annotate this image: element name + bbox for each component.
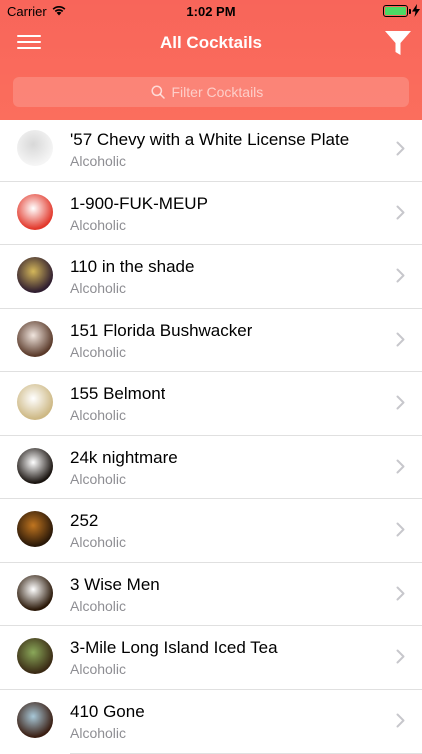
cocktail-category: Alcoholic [70,343,127,360]
chevron-right-icon [396,586,405,600]
cocktail-name: 3 Wise Men [70,574,160,594]
chevron-right-icon [396,205,405,219]
chevron-right-icon [396,141,405,156]
cocktail-list: '57 Chevy with a White License Plate Alco… [0,118,422,754]
battery-level [385,7,406,15]
cocktail-name: 252 [70,511,99,530]
list-item[interactable]: 3-Mile Long Island Iced Tea Alcoholic [0,626,422,690]
battery-icon [383,5,408,17]
cocktail-thumbnail [17,638,53,674]
chevron-right-icon [396,649,405,664]
chevron-right-icon [396,713,405,727]
list-item[interactable]: 252 Alcoholic [0,499,422,563]
search-bar[interactable] [13,77,409,107]
list-item[interactable]: 3 Wise Men Alcoholic [0,563,422,626]
cocktail-name: 410 Gone [70,701,145,721]
cocktail-thumbnail [17,384,53,420]
cocktail-name: 151 Florida Bushwacker [70,320,253,340]
charging-bolt-icon [412,4,420,17]
cocktail-thumbnail [17,511,53,547]
chevron-right-icon [396,332,405,346]
cocktail-name: 3-Mile Long Island Iced Tea [70,638,278,657]
cocktail-category: Alcoholic [70,661,127,677]
cocktail-name: 24k nightmare [70,447,178,467]
filter-funnel-icon[interactable] [383,28,413,58]
battery-tip [409,9,411,14]
chevron-right-icon [396,522,405,537]
cocktail-thumbnail [17,447,53,484]
cocktail-name: 1-900-FUK-MEUP [70,193,208,213]
list-item[interactable]: 1-900-FUK-MEUP Alcoholic [0,182,422,245]
chevron-right-icon [396,459,405,473]
list-item[interactable]: 155 Belmont Alcoholic [0,372,422,436]
status-bar: Carrier 1:02 PM [0,0,422,22]
cocktail-thumbnail [17,193,53,230]
chevron-right-icon [396,395,405,410]
status-time: 1:02 PM [186,4,236,19]
page-title: All Cocktails [159,33,263,52]
cocktail-category: Alcoholic [70,216,127,233]
cocktail-name: 155 Belmont [70,384,166,403]
cocktail-thumbnail [17,257,53,293]
cocktail-name: 110 in the shade [70,257,195,276]
list-item[interactable]: 151 Florida Bushwacker Alcoholic [0,309,422,372]
cocktail-thumbnail [17,130,53,166]
cocktail-category: Alcoholic [70,597,127,614]
list-item[interactable]: 24k nightmare Alcoholic [0,436,422,499]
list-item[interactable]: 410 Gone Alcoholic [0,690,422,754]
search-icon [150,85,165,99]
cocktail-category: Alcoholic [70,724,127,741]
cocktail-category: Alcoholic [70,407,127,423]
cocktail-thumbnail [17,574,53,611]
list-item[interactable]: '57 Chevy with a White License Plate Alco… [0,118,422,182]
cocktail-thumbnail [17,320,53,357]
search-input[interactable] [171,84,272,100]
chevron-right-icon [396,268,405,283]
header: Carrier 1:02 PM All Cocktails [0,0,422,120]
cocktail-category: Alcoholic [70,534,127,550]
cocktail-category: Alcoholic [70,470,127,487]
cocktail-thumbnail [17,701,53,738]
cocktail-name: '57 Chevy with a White License Plate [70,130,350,149]
list-item[interactable]: 110 in the shade Alcoholic [0,245,422,309]
cocktail-category: Alcoholic [70,153,127,169]
cocktail-category: Alcoholic [70,280,127,296]
